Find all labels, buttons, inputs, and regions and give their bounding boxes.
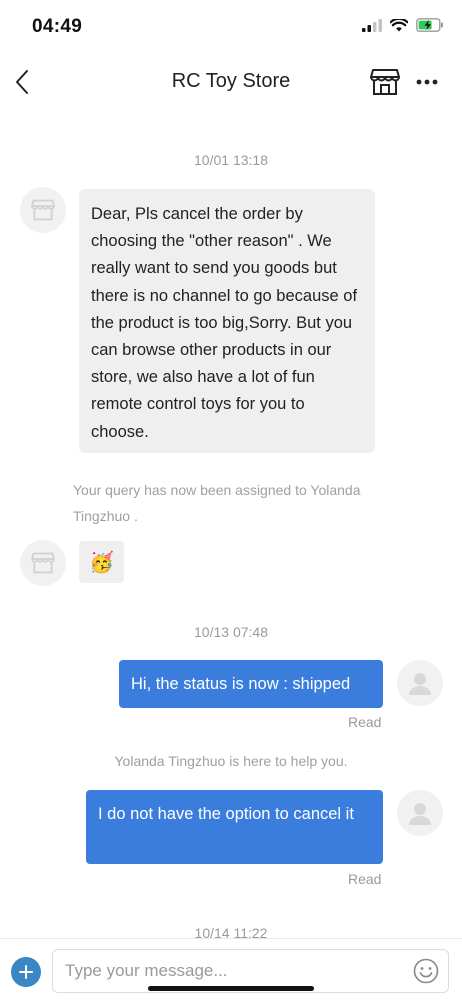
status-icons xyxy=(362,18,444,32)
add-attachment-button[interactable] xyxy=(11,957,41,987)
outgoing-message[interactable]: Hi, the status is now : shipped xyxy=(119,660,383,708)
incoming-message[interactable]: Dear, Pls cancel the order by choosing t… xyxy=(79,189,375,453)
system-note-help: Yolanda Tingzhuo is here to help you. xyxy=(114,753,348,769)
store-avatar[interactable] xyxy=(20,540,66,586)
cellular-signal-icon xyxy=(362,18,382,32)
user-avatar[interactable] xyxy=(397,790,443,836)
store-button[interactable] xyxy=(368,64,402,100)
store-icon xyxy=(31,552,55,574)
incoming-emoji-message[interactable]: 🥳 xyxy=(79,541,124,583)
nav-bar: RC Toy Store xyxy=(0,52,462,112)
message-timestamp: 10/01 13:18 xyxy=(194,152,268,168)
more-button[interactable] xyxy=(410,64,444,100)
battery-charging-icon xyxy=(416,18,443,32)
store-avatar[interactable] xyxy=(20,187,66,233)
user-icon xyxy=(409,803,431,825)
back-button[interactable] xyxy=(6,60,38,104)
home-indicator xyxy=(148,986,314,991)
status-bar: 04:49 xyxy=(0,0,462,52)
emoji-button[interactable] xyxy=(412,957,440,985)
read-receipt: Read xyxy=(348,871,382,887)
system-note-assigned: Your query has now been assigned to Yola… xyxy=(73,482,361,524)
store-icon xyxy=(31,199,55,221)
user-avatar[interactable] xyxy=(397,660,443,706)
party-face-emoji: 🥳 xyxy=(89,551,114,574)
smiley-icon xyxy=(413,958,439,984)
wifi-icon xyxy=(390,18,408,31)
read-receipt: Read xyxy=(348,714,382,730)
outgoing-message[interactable]: I do not have the option to cancel it xyxy=(86,790,383,864)
chevron-left-icon xyxy=(16,70,28,94)
message-timestamp: 10/13 07:48 xyxy=(194,624,268,640)
more-dots-icon xyxy=(416,79,438,85)
user-icon xyxy=(409,673,431,695)
status-time: 04:49 xyxy=(32,16,83,37)
store-icon xyxy=(370,69,400,95)
plus-icon xyxy=(19,965,33,979)
